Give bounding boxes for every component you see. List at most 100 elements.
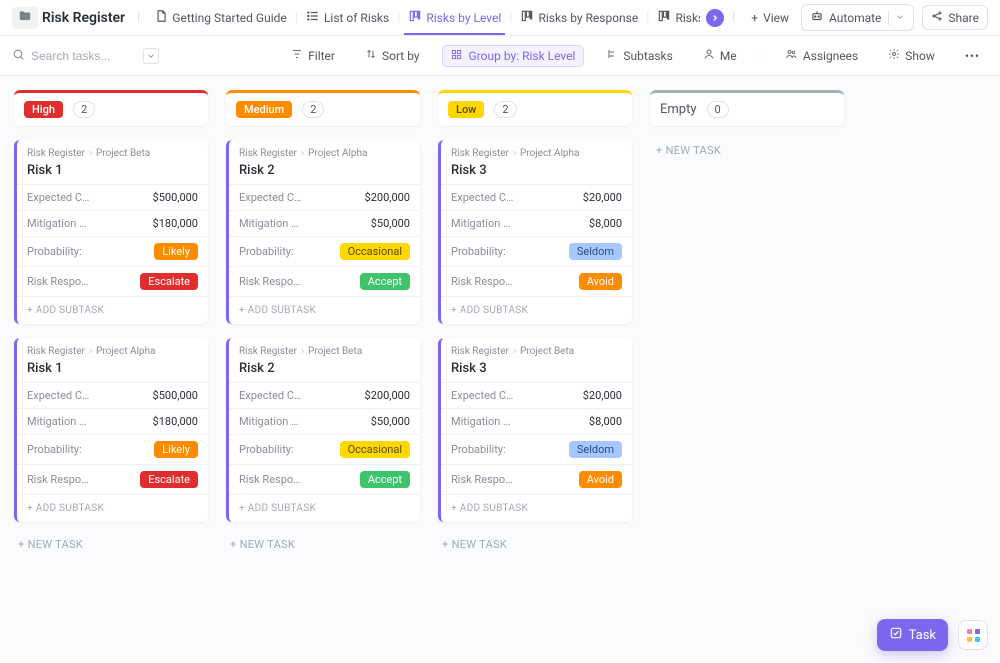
breadcrumb: Risk Register›Project Beta [451,346,622,357]
new-task-button[interactable]: + NEW TASK [14,536,208,553]
tab-label: Risks by Level [426,11,501,25]
group-by-button[interactable]: Group by: Risk Level [442,45,585,67]
new-task-button[interactable]: + NEW TASK [650,140,844,161]
tab-risks-by-level[interactable]: Risks by Level [400,0,509,35]
risk-card[interactable]: Risk Register›Project AlphaRisk 2Expecte… [226,140,420,324]
probability-tag: Seldom [569,243,622,260]
level-label: Empty [660,102,697,117]
subtasks-label: Subtasks [623,49,672,63]
automate-button[interactable]: Automate [801,4,914,31]
field-label: Probability: [451,443,506,456]
risk-card[interactable]: Risk Register›Project BetaRisk 2Expected… [226,338,420,522]
group-label: Group by: Risk Level [469,49,576,63]
risk-card[interactable]: Risk Register›Project BetaRisk 3Expected… [438,338,632,522]
column-header[interactable]: Low2 [438,90,632,126]
column-header[interactable]: High2 [14,90,208,126]
field-mitigation-cost: Mitigation …$8,000 [441,210,632,236]
field-expected-cost: Expected C… $200,000 [229,184,420,210]
me-button[interactable]: Me [695,44,745,67]
add-subtask-button[interactable]: + ADD SUBTASK [17,494,208,522]
tab-label: Risks by Status [675,11,700,25]
sort-button[interactable]: Sort by [357,44,428,67]
header: Risk Register | Getting Started Guide|Li… [0,0,1000,36]
share-button[interactable]: Share [922,5,988,30]
add-subtask-button[interactable]: + ADD SUBTASK [229,296,420,324]
field-value: $20,000 [575,389,622,402]
show-button[interactable]: Show [880,44,943,67]
field-probability: Probability:Likely [17,236,208,266]
field-label: Expected C… [451,191,513,204]
response-tag: Escalate [140,471,198,488]
search[interactable] [12,48,159,64]
tab-risks-by-status[interactable]: Risks by Status [649,0,700,35]
breadcrumb: Risk Register›Project Beta [239,346,410,357]
new-task-button[interactable]: + NEW TASK [438,536,632,553]
field-mitigation-cost: Mitigation …$8,000 [441,408,632,434]
field-probability: Probability:Seldom [441,434,632,464]
field-mitigation-cost: Mitigation …$180,000 [17,210,208,236]
field-label: Mitigation … [239,217,298,230]
group-icon [451,49,465,63]
field-expected-cost: Expected C…$500,000 [17,184,208,210]
field-expected-cost: Expected C…$20,000 [441,382,632,408]
field-label: Expected C… [239,191,301,204]
search-input[interactable] [31,49,131,63]
field-probability: Probability:Likely [17,434,208,464]
tab-getting-started-guide[interactable]: Getting Started Guide [146,0,294,35]
field-value: $200,000 [357,389,410,402]
response-tag: Accept [360,273,410,290]
tab-risks-by-response[interactable]: Risks by Response [512,0,646,35]
assignees-label: Assignees [803,49,858,63]
tab-list-of-risks[interactable]: List of Risks [298,0,397,35]
count-badge: 0 [707,101,729,118]
floating-actions: Task [877,619,988,651]
field-value: $180,000 [145,415,198,428]
field-label: Risk Respo… [451,275,513,288]
field-expected-cost: Expected C… $500,000 [17,382,208,408]
tab-label: List of Risks [324,11,389,25]
show-label: Show [905,49,935,63]
add-subtask-button[interactable]: + ADD SUBTASK [229,494,420,522]
field-value: $500,000 [145,389,198,402]
breadcrumb: Risk Register›Project Beta [27,148,198,159]
probability-tag: Likely [154,441,198,458]
field-label: Risk Respo… [27,275,89,288]
new-task-fab[interactable]: Task [877,619,948,651]
apps-fab[interactable] [958,620,988,650]
subtasks-button[interactable]: Subtasks [598,44,680,67]
new-task-button[interactable]: + NEW TASK [226,536,420,553]
column-empty: Empty 0 + NEW TASK [650,90,844,663]
column-header[interactable]: Empty 0 [650,90,844,126]
more-views-button[interactable] [706,9,724,27]
response-tag: Avoid [579,273,622,290]
add-view-label: View [763,11,789,25]
count-badge: 2 [494,101,516,118]
breadcrumb: Risk Register›Project Alpha [451,148,622,159]
more-actions-button[interactable]: ••• [957,45,988,67]
assignees-button[interactable]: Assignees [776,44,866,67]
field-mitigation-cost: Mitigation …$50,000 [229,408,420,434]
field-value: $50,000 [363,415,410,428]
field-value: $200,000 [357,191,410,204]
add-subtask-button[interactable]: + ADD SUBTASK [441,296,632,324]
sort-label: Sort by [382,49,420,63]
folder-chip[interactable] [12,7,38,29]
search-options-button[interactable] [143,48,159,64]
filter-button[interactable]: Filter [283,44,343,67]
field-label: Mitigation … [27,217,86,230]
add-view-button[interactable]: + View [743,7,797,29]
field-label: Expected C… [27,389,89,402]
field-mitigation-cost: Mitigation …$180,000 [17,408,208,434]
task-icon [889,626,903,644]
field-label: Probability: [451,245,506,258]
filter-label: Filter [308,49,335,63]
risk-card[interactable]: Risk Register›Project BetaRisk 1Expected… [14,140,208,324]
count-badge: 2 [73,101,95,118]
card-title: Risk 2 [239,361,410,376]
column-header[interactable]: Medium2 [226,90,420,126]
add-subtask-button[interactable]: + ADD SUBTASK [441,494,632,522]
risk-card[interactable]: Risk Register›Project AlphaRisk 1Expecte… [14,338,208,522]
field-risk-response: Risk Respo…Escalate [17,464,208,494]
add-subtask-button[interactable]: + ADD SUBTASK [17,296,208,324]
risk-card[interactable]: Risk Register›Project AlphaRisk 3Expecte… [438,140,632,324]
